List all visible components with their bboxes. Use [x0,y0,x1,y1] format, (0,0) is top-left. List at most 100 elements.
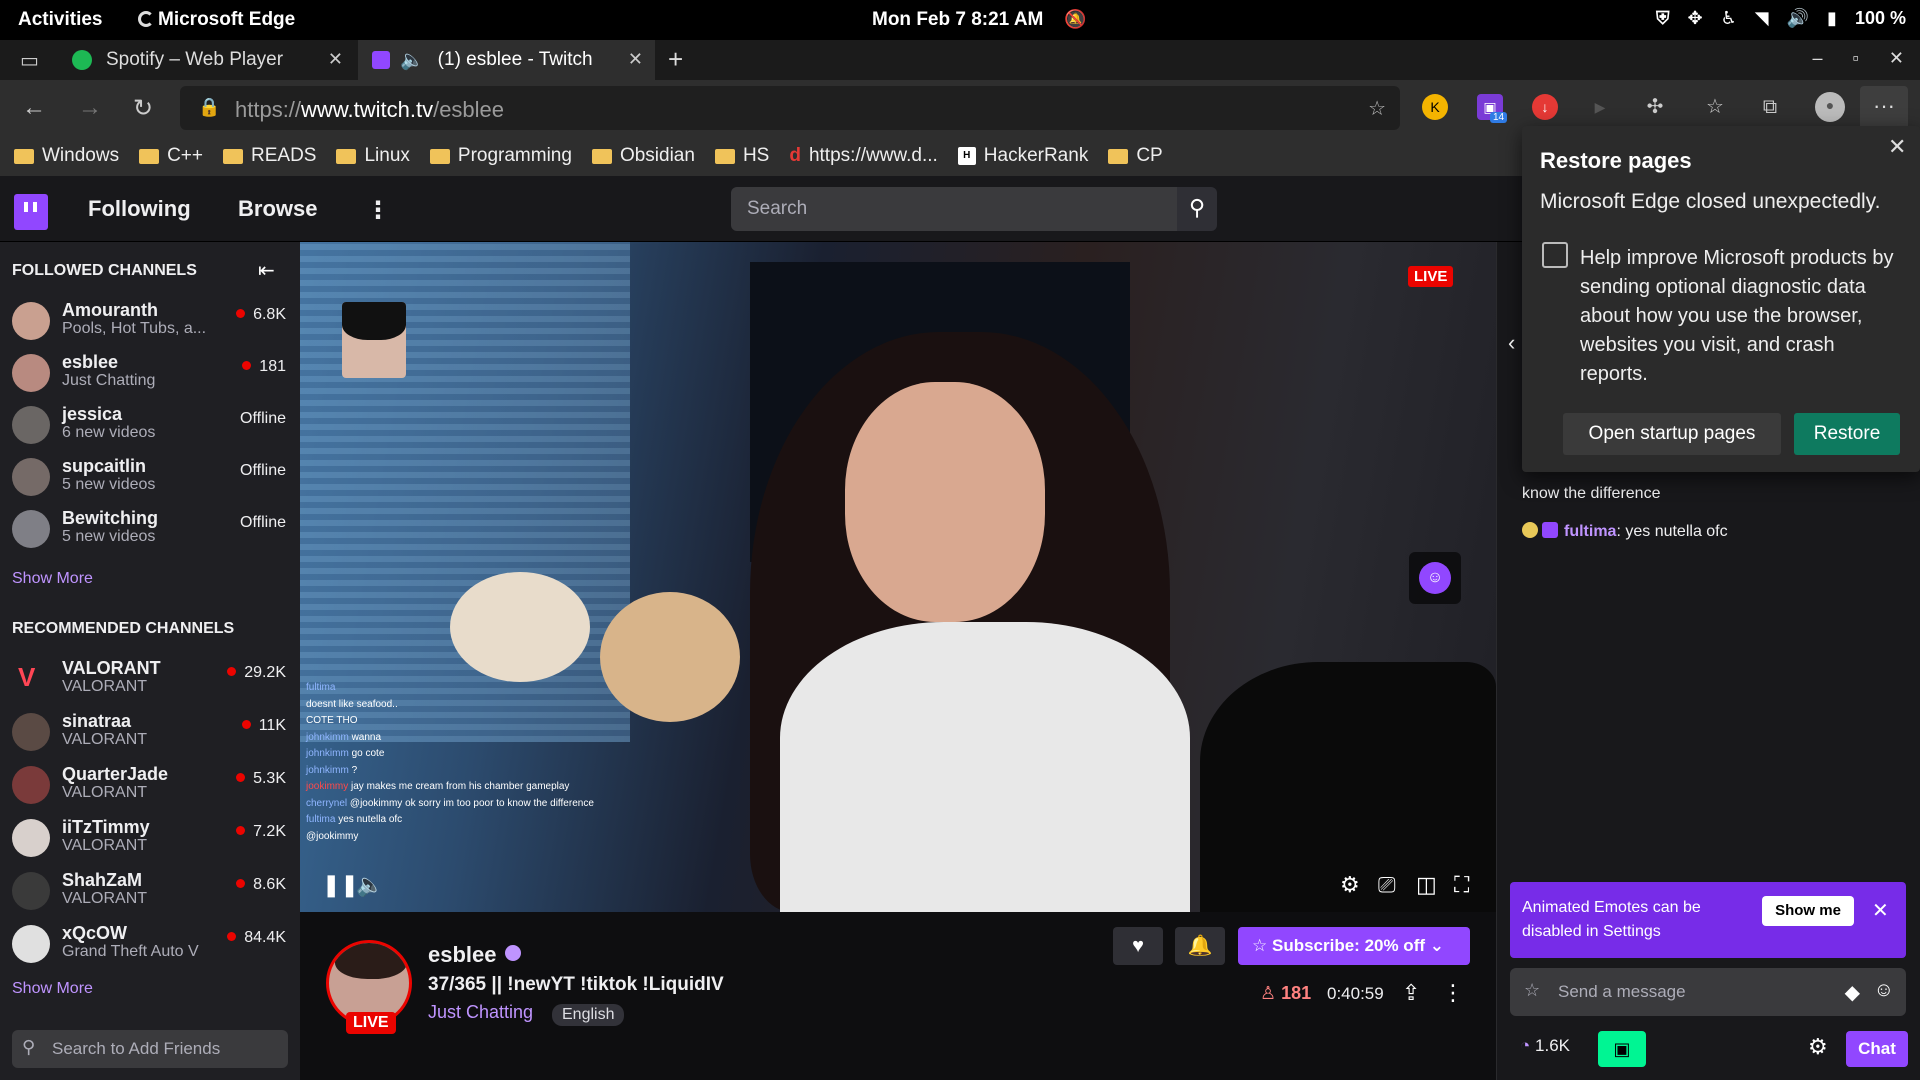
new-tab-button[interactable]: + [668,44,683,75]
channel-points[interactable]: ◔ 1.6K [1520,1036,1570,1056]
chat-username[interactable]: fultima [1564,523,1616,540]
bits-icon[interactable]: ◆ [1845,980,1860,1005]
profile-avatar[interactable]: ● [1815,92,1845,122]
show-more-recommended[interactable]: Show More [12,980,93,998]
app-menu[interactable]: Microsoft Edge [138,9,295,31]
overlay-text: yes nutella ofc [338,814,403,825]
followed-channel-bewitching[interactable]: Bewitching 5 new videos Offline [0,502,300,554]
more-options-icon[interactable]: ⋮ [1442,980,1464,1006]
tab-actions-icon[interactable]: ▭ [20,48,39,73]
share-icon[interactable]: ⇪ [1402,980,1420,1006]
overlay-chat-line: johnkimm ? [306,763,596,780]
collections-icon[interactable]: ⧉ [1757,94,1783,120]
chat-settings-icon[interactable]: ⚙ [1808,1034,1828,1060]
show-me-button[interactable]: Show me [1762,896,1854,926]
url-text[interactable]: https://www.twitch.tv/esblee [235,97,504,123]
show-more-followed[interactable]: Show More [12,570,93,588]
activities-button[interactable]: Activities [18,9,102,31]
address-bar[interactable]: 🔒 https://www.twitch.tv/esblee ☆ [180,86,1400,130]
bookmark-windows[interactable]: Windows [14,145,119,167]
add-favorite-icon[interactable]: ☆ [1368,96,1386,121]
system-tray[interactable]: ⛨ ✥ ♿ ◥ 🔊 ▮ 100 % [1656,8,1906,29]
search-button[interactable]: ⚲ [1177,187,1217,231]
bookmark-obsidian[interactable]: Obsidian [591,145,695,167]
close-window-icon[interactable]: ✕ [1889,48,1904,69]
more-nav-icon[interactable]: ⋮ [366,196,390,225]
recommended-channel-sinatraa[interactable]: sinatraa VALORANT 11K [0,705,300,757]
extension-download-icon[interactable]: ↓ [1532,94,1558,120]
claim-points-button[interactable]: ▣ [1598,1031,1646,1067]
emoji-icon[interactable]: ☺ [1874,979,1894,1002]
prime-gaming-button[interactable]: ☺ [1409,552,1461,604]
twitch-search-input[interactable] [731,187,1177,231]
minimize-icon[interactable]: – [1813,48,1823,69]
followed-channel-supcaitlin[interactable]: supcaitlin 5 new videos Offline [0,450,300,502]
speaker-icon[interactable]: 🔈 [400,48,424,72]
friend-search-field[interactable]: ⚲ [12,1030,288,1068]
chat-send-button[interactable]: Chat [1846,1031,1908,1067]
extension-k-icon[interactable]: K [1422,94,1448,120]
theatre-mode-icon[interactable]: ◫ [1416,872,1437,898]
diagnostic-data-checkbox[interactable] [1542,242,1568,268]
settings-gear-icon[interactable]: ⚙ [1340,872,1360,898]
bookmark-reads[interactable]: READS [223,145,316,167]
emote-picker-icon[interactable]: ☆ [1524,980,1540,1001]
friend-search-input[interactable] [12,1030,288,1068]
nav-following[interactable]: Following [88,196,191,222]
stream-category[interactable]: Just Chatting [428,1002,533,1023]
refresh-button[interactable]: ↻ [133,94,153,123]
settings-more-button[interactable]: ··· [1860,86,1908,130]
tab-spotify[interactable]: Spotify – Web Player ✕ [60,40,355,80]
recommended-channel-xqcow[interactable]: xQcOW Grand Theft Auto V 84.4K [0,917,300,969]
clip-icon[interactable]: ⎚ [1378,872,1396,898]
bookmark-hs[interactable]: HS [714,145,769,167]
subscribe-button[interactable]: ☆ Subscribe: 20% off ⌄ [1238,927,1470,965]
extensions-icon[interactable]: ✣ [1642,94,1668,120]
fullscreen-icon[interactable]: ⛶ [1454,872,1469,898]
collapse-sidebar-icon[interactable]: ⇤ [258,258,275,283]
follow-button[interactable]: ♥ [1113,927,1163,965]
favorites-icon[interactable]: ☆ [1702,94,1728,120]
restore-button[interactable]: Restore [1794,413,1900,455]
close-dialog-icon[interactable]: ✕ [1888,134,1906,160]
bookmark-cpp[interactable]: C++ [139,145,203,167]
maximize-icon[interactable]: ▫ [1853,48,1859,69]
followed-channel-jessica[interactable]: jessica 6 new videos Offline [0,398,300,450]
clock[interactable]: Mon Feb 7 8:21 AM [872,9,1043,31]
nav-browse[interactable]: Browse [238,196,317,222]
forward-button[interactable]: → [78,94,102,122]
volume-icon[interactable]: 🔈 [356,872,383,898]
overlay-chat-line: fultima yes nutella ofc [306,812,596,829]
lock-icon[interactable]: 🔒 [198,97,220,118]
recommended-channel-valorant[interactable]: V VALORANT VALORANT 29.2K [0,652,300,704]
tab-twitch[interactable]: 🔈 (1) esblee - Twitch ✕ [358,40,655,80]
bookmark-label: HackerRank [983,145,1089,166]
stream-tag[interactable]: English [552,1004,625,1026]
back-button[interactable]: ← [22,94,46,122]
bookmark-link-d[interactable]: d https://www.d... [789,145,937,167]
recommended-channel-quarterjade[interactable]: QuarterJade VALORANT 5.3K [0,758,300,810]
open-startup-pages-button[interactable]: Open startup pages [1563,413,1781,455]
channel-name[interactable]: esblee [428,942,521,968]
twitch-logo-icon[interactable] [14,194,48,230]
pause-icon[interactable]: ❚❚ [322,872,359,898]
collapse-chat-icon[interactable]: ‹ [1508,330,1515,356]
close-banner-icon[interactable]: ✕ [1872,898,1889,923]
chat-input-field[interactable]: ☆ ◆ ☺ [1510,968,1906,1016]
notifications-button[interactable]: 🔔 [1175,927,1225,965]
stream-title: 37/365 || !newYT !tiktok !LiquidIV [428,974,724,995]
recommended-channel-iitztimmy[interactable]: iiTzTimmy VALORANT 7.2K [0,811,300,863]
search-input[interactable] [731,187,1177,231]
close-tab-icon[interactable]: ✕ [628,49,643,70]
followed-channel-amouranth[interactable]: Amouranth Pools, Hot Tubs, a... 6.8K [0,294,300,346]
close-tab-icon[interactable]: ✕ [328,49,343,70]
followed-channel-esblee[interactable]: esblee Just Chatting 181 [0,346,300,398]
bookmark-label: Windows [42,145,120,166]
extension-play-icon[interactable]: ▶ [1587,94,1613,120]
bookmark-linux[interactable]: Linux [336,145,410,167]
checkbox-label[interactable]: Help improve Microsoft products by sendi… [1580,244,1900,389]
recommended-channel-shahzam[interactable]: ShahZaM VALORANT 8.6K [0,864,300,916]
bookmark-programming[interactable]: Programming [429,145,572,167]
bookmark-hackerrank[interactable]: H HackerRank [957,145,1089,167]
bookmark-cp[interactable]: CP [1108,145,1163,167]
